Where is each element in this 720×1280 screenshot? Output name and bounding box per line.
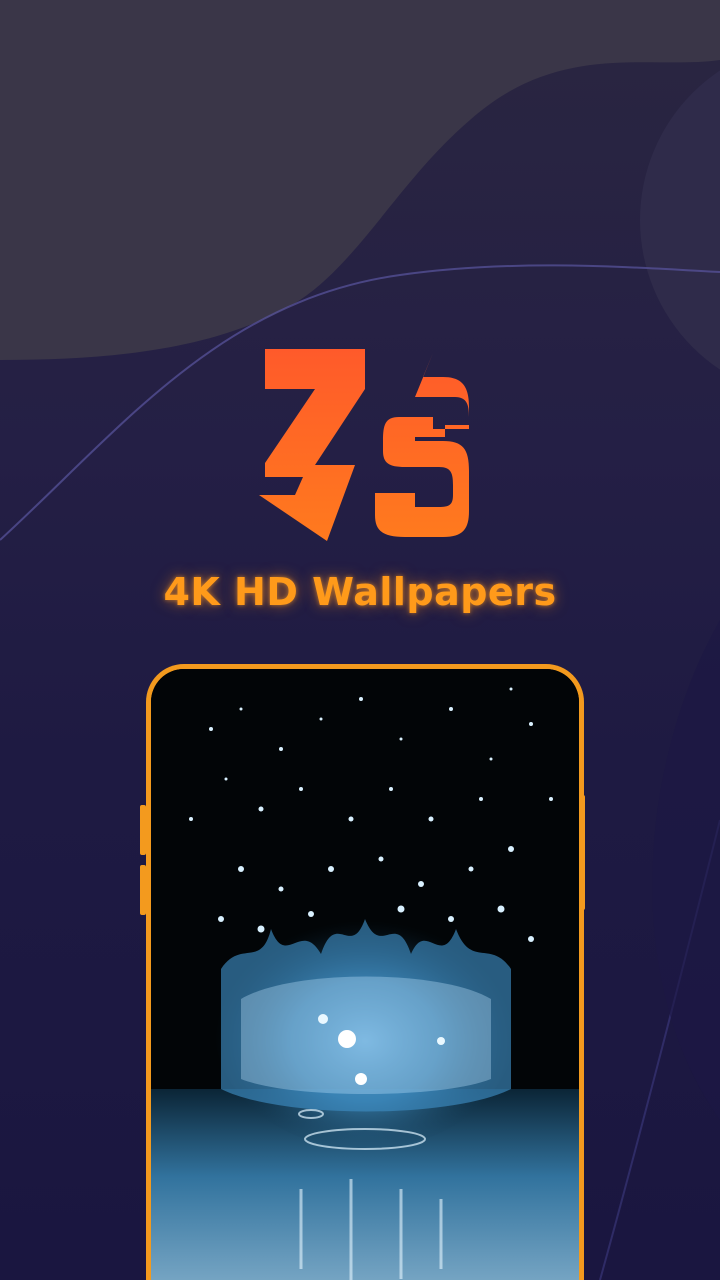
zs-logo-icon xyxy=(259,349,469,541)
splash-screen: 4K HD Wallpapers xyxy=(0,0,720,1280)
phone-preview-frame xyxy=(146,664,584,1280)
water-splash-wallpaper-image xyxy=(151,669,579,1280)
app-tagline: 4K HD Wallpapers xyxy=(163,570,557,614)
